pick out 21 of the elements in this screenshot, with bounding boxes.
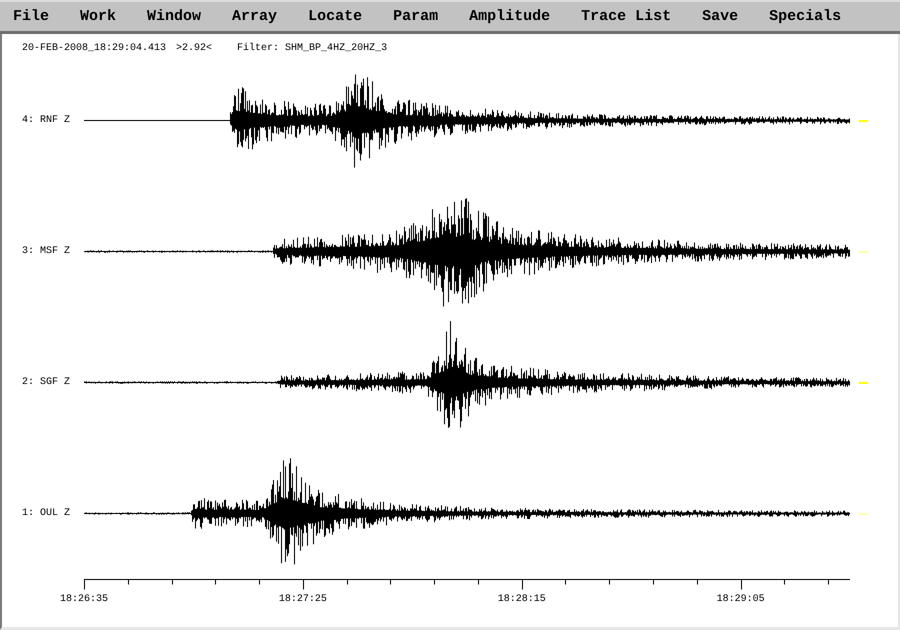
menu-item[interactable]: File [9,2,54,31]
menu-item[interactable]: Save [698,2,742,31]
event-timestamp: 20-FEB-2008_18:29:04.413 [22,43,166,55]
filter-label: Filter: SHM_BP_4HZ_20HZ_3 [237,43,388,55]
amplitude-reading: >2.92< [176,43,212,55]
menu-item[interactable]: Window [143,2,206,31]
menu-item[interactable]: Trace List [577,2,676,31]
menu-item[interactable]: Locate [304,2,366,31]
menu-item[interactable]: Param [389,2,442,31]
menu-item[interactable]: Amplitude [465,2,554,31]
time-label: 18:29:05 [716,594,765,605]
menu-item[interactable]: Array [228,2,282,31]
time-label: 18:27:25 [278,594,327,605]
menu-item[interactable]: Specials [765,2,846,31]
time-label: 18:28:15 [498,594,546,605]
trace-label: 3: MSF Z [22,246,72,258]
trace-label: 2: SGF Z [22,376,72,388]
menu-item[interactable]: Work [76,2,120,31]
trace-label: 1: OUL Z [22,508,72,520]
time-label: 18:26:35 [60,594,108,605]
trace-label: 4: RNF Z [22,114,72,126]
